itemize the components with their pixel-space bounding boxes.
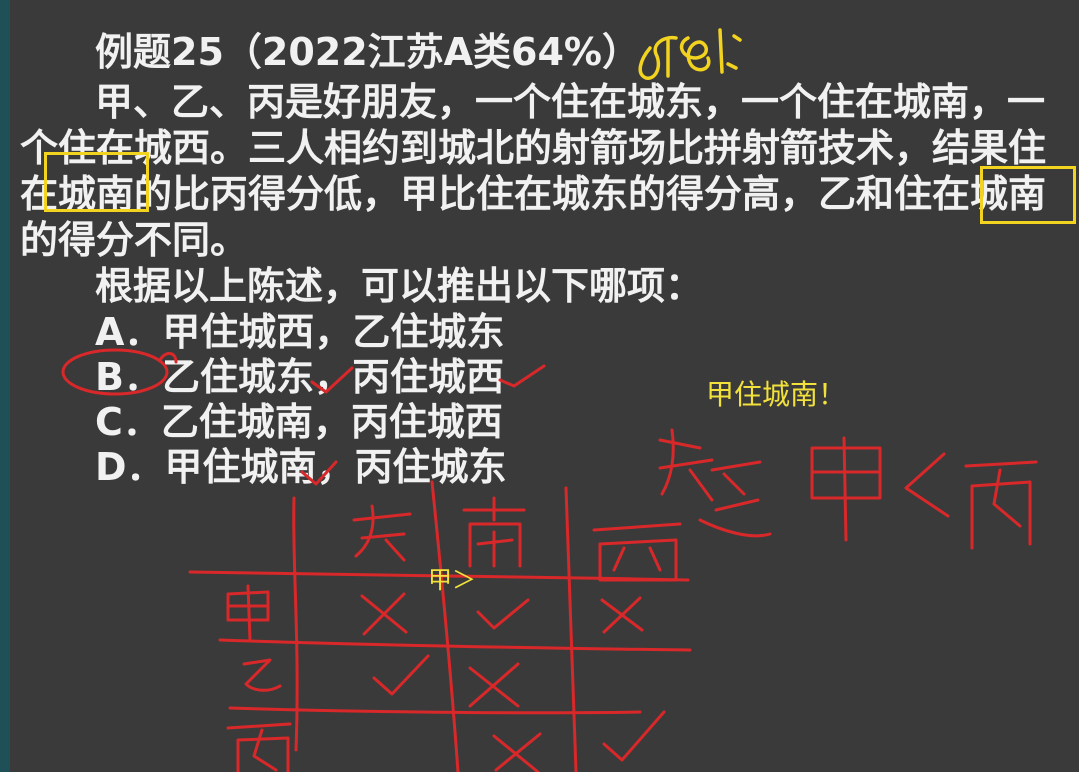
conclusion-note: 甲住城南！ bbox=[706, 378, 847, 411]
small-label-jia-greater: 甲＞ bbox=[428, 566, 476, 594]
highlight-box-chengnan-1 bbox=[44, 152, 149, 212]
question-line-4: 的得分不同。 bbox=[20, 218, 249, 262]
sidebar-strip bbox=[0, 0, 10, 772]
question-line-3: 在城南的比丙得分低，甲比住在城东的得分高，乙和住在城南 bbox=[20, 172, 1047, 216]
option-d[interactable]: D．甲住城南，丙住城东 bbox=[95, 445, 507, 489]
question-line-2: 个住在城西。三人相约到城北的射箭场比拼射箭技术，结果住 bbox=[20, 126, 1047, 170]
question-line-1: 甲、乙、丙是好朋友，一个住在城东，一个住在城南，一 bbox=[95, 80, 1046, 124]
question-prompt: 根据以上陈述，可以推出以下哪项： bbox=[95, 264, 704, 308]
highlight-box-chengnan-2 bbox=[980, 166, 1076, 224]
question-title: 例题25（2022江苏A类64%） bbox=[95, 30, 641, 74]
option-a[interactable]: A．甲住城西，乙住城东 bbox=[95, 310, 504, 354]
option-b[interactable]: B．乙住城东，丙住城西 bbox=[95, 355, 504, 399]
option-c[interactable]: C．乙住城南，丙住城西 bbox=[95, 400, 503, 444]
